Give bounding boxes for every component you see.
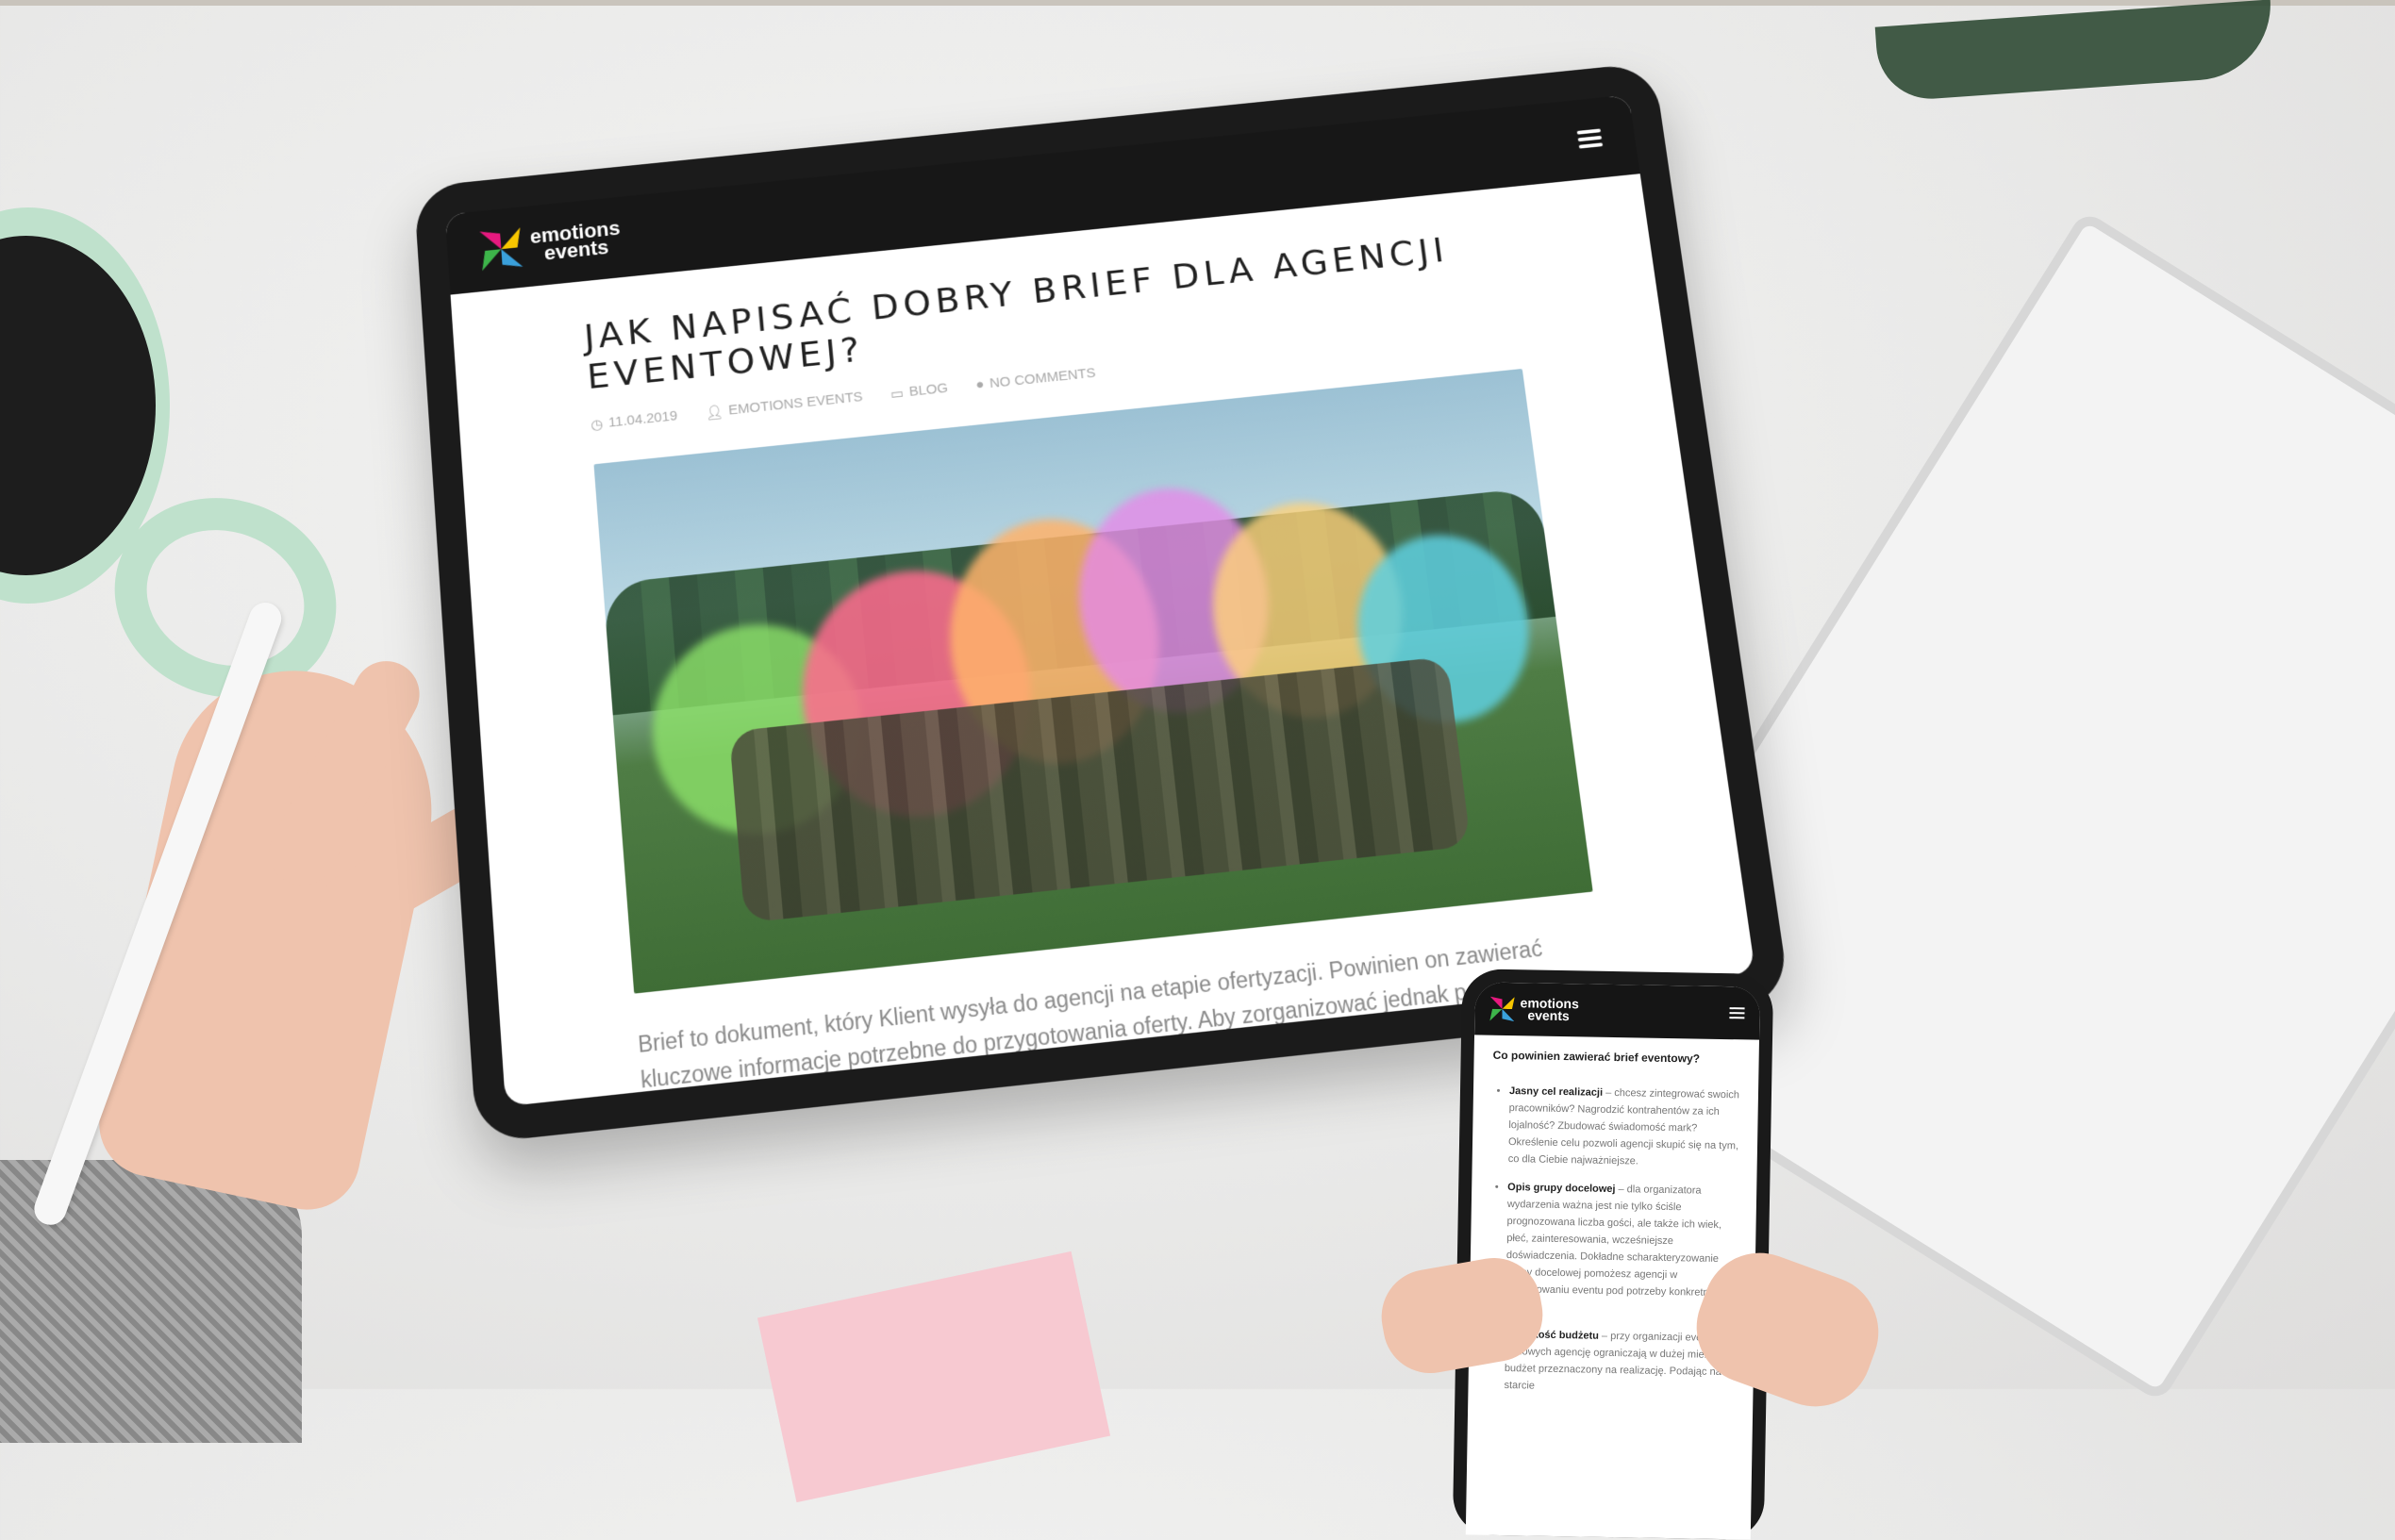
article-heading: Co powinien zawierać brief eventowy? (1492, 1048, 1701, 1066)
post-category[interactable]: BLOG (908, 380, 949, 401)
user-icon: 👤︎ (705, 404, 724, 422)
folder-icon: ▭ (890, 385, 905, 403)
item-title: Opis grupy docelowej (1507, 1182, 1616, 1196)
post-date: 11.04.2019 (607, 407, 678, 431)
post-comments[interactable]: NO COMMENTS (989, 365, 1096, 392)
item-title: Jasny cel realizacji (1508, 1085, 1604, 1099)
logo-line-2: events (1527, 1007, 1570, 1024)
pinwheel-icon (1489, 997, 1514, 1021)
smartphone: emotions events Co powinien zawierać bri… (1452, 969, 1774, 1540)
comment-icon: ● (974, 376, 986, 393)
table-edge (0, 0, 2395, 6)
phone-site-header: emotions events (1474, 982, 1760, 1040)
pink-paper (757, 1250, 1111, 1503)
clock-icon: ◷ (590, 416, 604, 434)
hamburger-menu-icon[interactable] (1576, 128, 1604, 149)
holi-color-run-photo (593, 368, 1593, 994)
item-text: – chcesz zintegrować swoich pracowników?… (1507, 1086, 1740, 1167)
plant-leaf (1874, 0, 2276, 103)
phone-logo-text[interactable]: emotions events (1520, 995, 1580, 1024)
post-author[interactable]: EMOTIONS EVENTS (728, 389, 864, 419)
site-logo[interactable]: emotions events (479, 217, 622, 272)
logo-line-2: events (543, 235, 610, 265)
pinwheel-icon (479, 227, 523, 271)
tablet-screen: emotions events JAK NAPISAĆ DOBRY BRIEF … (444, 94, 1755, 1107)
hamburger-menu-icon[interactable] (1729, 1007, 1745, 1019)
list-item: Jasny cel realizacji – chcesz zintegrowa… (1508, 1083, 1740, 1171)
logo-text: emotions events (529, 217, 622, 265)
